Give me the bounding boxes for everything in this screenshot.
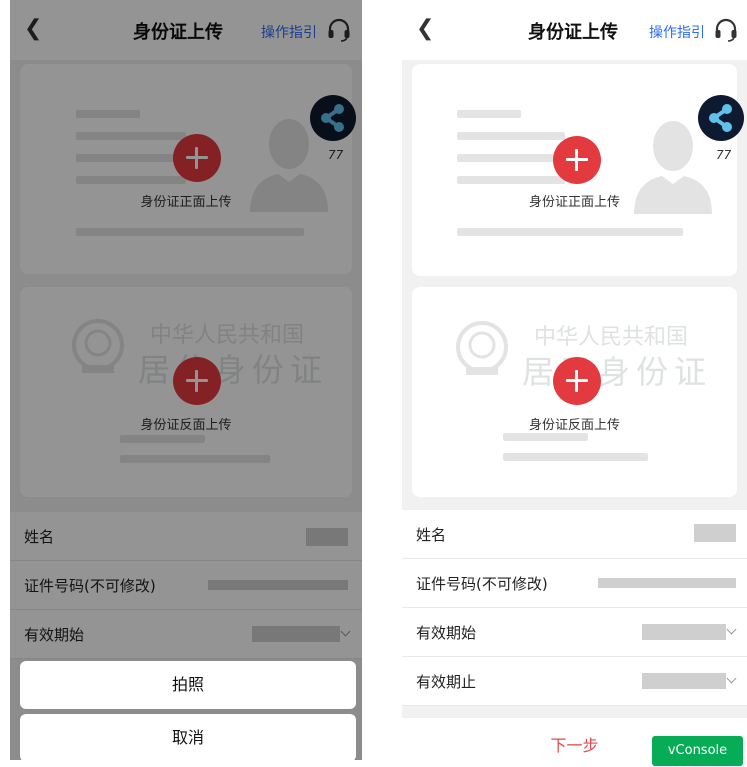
placeholder-bar [457, 154, 565, 162]
plus-icon[interactable] [553, 136, 601, 184]
widget-count: 77 [716, 148, 732, 162]
phone-screen-right: ❮ 身份证上传 操作指引 身份证正面上传 77 中华人民共和国 居民身份证 身份… [402, 0, 747, 767]
id-back-caption: 身份证反面上传 [528, 418, 620, 433]
placeholder-bar [503, 453, 648, 461]
take-photo-button[interactable]: 拍照 [20, 661, 356, 709]
chevron-down-icon [726, 673, 737, 684]
valid-to-label: 有效期止 [416, 673, 477, 691]
valid-from-row[interactable]: 有效期始 [402, 608, 747, 657]
valid-to-row[interactable]: 有效期止 [402, 657, 747, 706]
masked-value [694, 524, 736, 542]
top-bar: ❮ 身份证上传 操作指引 [402, 0, 747, 60]
placeholder-bar [503, 433, 588, 441]
masked-value [642, 673, 726, 689]
id-back-upload-card[interactable]: 中华人民共和国 居民身份证 身份证反面上传 [412, 287, 737, 497]
vconsole-button[interactable]: vConsole [652, 736, 743, 766]
national-emblem-icon [456, 321, 508, 375]
phone-screen-left: ❮ 身份证上传 操作指引 身份证正面上传 77 中华人民共和国 居住身份证 身份… [10, 0, 362, 760]
watermark-line2: 居民身份证 [522, 353, 713, 391]
chevron-down-icon [726, 624, 737, 635]
name-row[interactable]: 姓名 [402, 510, 747, 559]
cancel-button[interactable]: 取消 [20, 714, 356, 760]
headset-icon[interactable] [713, 18, 739, 42]
placeholder-bar [457, 228, 683, 236]
share-node-icon [709, 104, 732, 132]
floating-widget-button[interactable] [698, 95, 744, 141]
placeholder-bar [457, 110, 521, 118]
masked-value [598, 578, 736, 588]
id-number-row: 证件号码(不可修改) [402, 559, 747, 608]
id-number-label: 证件号码(不可修改) [416, 575, 548, 593]
plus-icon[interactable] [553, 357, 601, 405]
modal-overlay[interactable] [10, 0, 362, 760]
name-label: 姓名 [416, 526, 447, 544]
id-front-upload-card[interactable]: 身份证正面上传 [412, 64, 737, 276]
placeholder-bar [457, 176, 565, 184]
valid-from-label: 有效期始 [416, 624, 477, 642]
guide-link[interactable]: 操作指引 [649, 22, 705, 42]
masked-value [642, 624, 726, 640]
placeholder-bar [457, 132, 565, 140]
id-front-caption: 身份证正面上传 [528, 195, 620, 210]
